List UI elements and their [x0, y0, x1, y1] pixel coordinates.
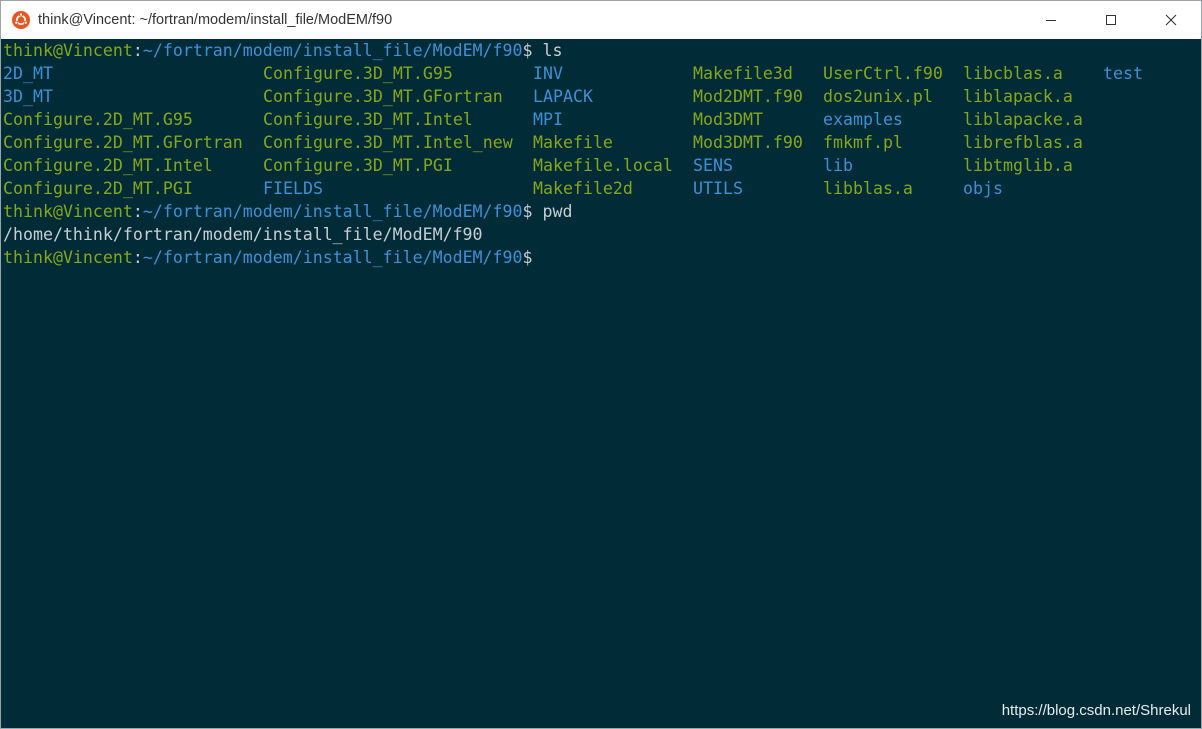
prompt-symbol: $: [522, 202, 533, 221]
prompt-path: ~/fortran/modem/install_file/ModEM/f90: [142, 248, 523, 267]
ls-directory: test: [1103, 64, 1143, 83]
prompt-symbol: $: [522, 248, 533, 267]
minimize-icon: [1046, 20, 1056, 21]
terminal-window: think@Vincent: ~/fortran/modem/install_f…: [0, 0, 1202, 729]
ls-row: Configure.2D_MT.PGI FIELDS Makefile2d UTILS…: [3, 177, 1199, 200]
ls-file: Configure.3D_MT.PGI: [263, 156, 453, 175]
close-button[interactable]: [1141, 1, 1201, 39]
prompt-user-host: think@Vincent: [3, 248, 133, 267]
command-pwd: pwd: [532, 202, 573, 221]
minimize-button[interactable]: [1021, 1, 1081, 39]
ls-directory: FIELDS: [263, 179, 323, 198]
ls-directory: examples: [823, 110, 903, 129]
maximize-button[interactable]: [1081, 1, 1141, 39]
prompt-separator: :: [132, 202, 143, 221]
prompt-user-host: think@Vincent: [3, 202, 133, 221]
ls-file: Configure.3D_MT.Intel: [263, 110, 473, 129]
ls-row: Configure.2D_MT.GFortran Configure.3D_MT.…: [3, 131, 1199, 154]
ls-file: UserCtrl.f90: [823, 64, 943, 83]
command-ls: ls: [532, 41, 563, 60]
ls-row: 2D_MT Configure.3D_MT.G95 INV Makefile3d Use…: [3, 62, 1199, 85]
ls-file: Configure.2D_MT.GFortran: [3, 133, 243, 152]
ls-row: 3D_MT Configure.3D_MT.GFortran LAPACK Mod2D…: [3, 85, 1199, 108]
prompt-separator: :: [132, 248, 143, 267]
window-controls: [1021, 1, 1201, 39]
prompt-line-ls: think@Vincent:~/fortran/modem/install_fi…: [3, 39, 1199, 62]
ls-directory: 2D_MT: [3, 64, 53, 83]
ls-file: libcblas.a: [963, 64, 1063, 83]
ls-file: Makefile2d: [533, 179, 633, 198]
ls-directory: lib: [823, 156, 853, 175]
ls-file: Makefile.local: [533, 156, 673, 175]
window-title: think@Vincent: ~/fortran/modem/install_f…: [38, 12, 393, 28]
prompt-separator: :: [132, 41, 143, 60]
ls-row: Configure.2D_MT.G95 Configure.3D_MT.Intel…: [3, 108, 1199, 131]
ls-file: liblapack.a: [963, 87, 1073, 106]
ls-file: Mod2DMT.f90: [693, 87, 803, 106]
prompt-symbol: $: [522, 41, 533, 60]
ls-file: fmkmf.pl: [823, 133, 903, 152]
prompt-user-host: think@Vincent: [3, 41, 133, 60]
maximize-icon: [1106, 15, 1116, 25]
close-icon: [1165, 14, 1177, 26]
ls-directory: objs: [963, 179, 1003, 198]
ls-file: Configure.2D_MT.PGI: [3, 179, 193, 198]
ls-directory: MPI: [533, 110, 563, 129]
ls-row: Configure.2D_MT.Intel Configure.3D_MT.PGI…: [3, 154, 1199, 177]
ls-file: Configure.3D_MT.G95: [263, 64, 453, 83]
ls-file: Configure.3D_MT.Intel_new: [263, 133, 513, 152]
ls-file: Makefile3d: [693, 64, 793, 83]
terminal-output[interactable]: think@Vincent:~/fortran/modem/install_fi…: [3, 39, 1199, 727]
ls-file: Mod3DMT: [693, 110, 763, 129]
ubuntu-icon: [12, 11, 30, 29]
prompt-path: ~/fortran/modem/install_file/ModEM/f90: [142, 202, 523, 221]
title-bar[interactable]: think@Vincent: ~/fortran/modem/install_f…: [1, 1, 1201, 39]
ls-file: Configure.3D_MT.GFortran: [263, 87, 503, 106]
ls-file: libtmglib.a: [963, 156, 1073, 175]
watermark: https://blog.csdn.net/Shrekul: [1001, 702, 1191, 719]
ls-listing: 2D_MT Configure.3D_MT.G95 INV Makefile3d Use…: [3, 62, 1199, 200]
ls-directory: SENS: [693, 156, 733, 175]
prompt-path: ~/fortran/modem/install_file/ModEM/f90: [142, 41, 523, 60]
ls-directory: INV: [533, 64, 563, 83]
ls-file: Makefile: [533, 133, 613, 152]
prompt-line-current: think@Vincent:~/fortran/modem/install_fi…: [3, 246, 1199, 269]
prompt-line-pwd: think@Vincent:~/fortran/modem/install_fi…: [3, 200, 1199, 223]
ls-file: Mod3DMT.f90: [693, 133, 803, 152]
ls-file: Configure.2D_MT.G95: [3, 110, 193, 129]
ls-file: liblapacke.a: [963, 110, 1083, 129]
ls-file: libblas.a: [823, 179, 913, 198]
pwd-output: /home/think/fortran/modem/install_file/M…: [3, 225, 483, 244]
ls-file: dos2unix.pl: [823, 87, 933, 106]
ls-file: librefblas.a: [963, 133, 1083, 152]
ls-directory: UTILS: [693, 179, 743, 198]
ls-directory: 3D_MT: [3, 87, 53, 106]
ls-file: Configure.2D_MT.Intel: [3, 156, 213, 175]
ls-directory: LAPACK: [533, 87, 593, 106]
